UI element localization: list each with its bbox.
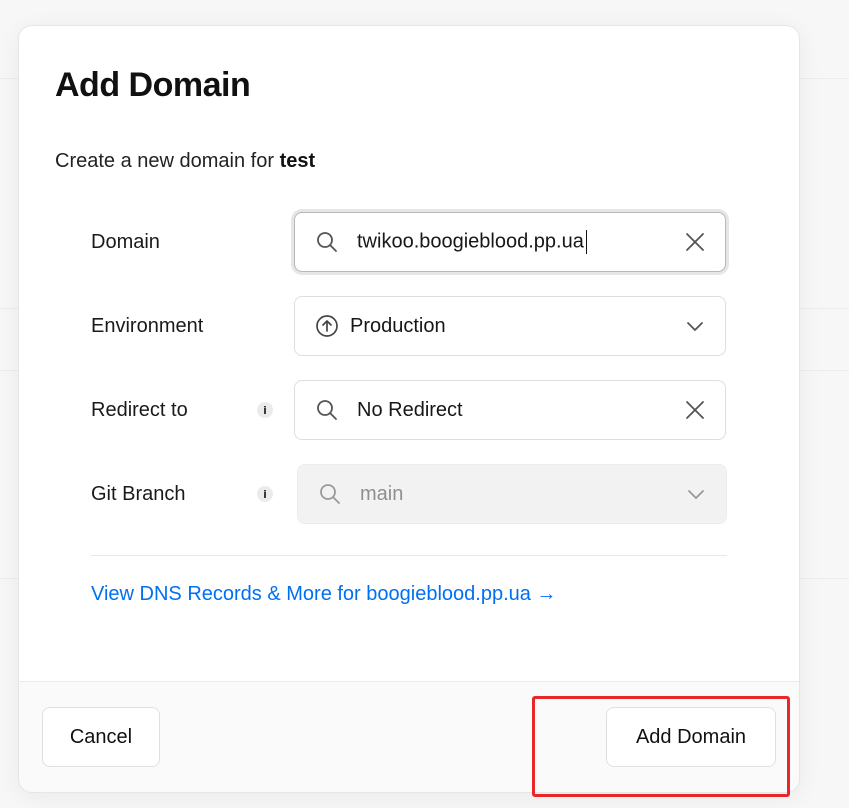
redirect-label: Redirect to bbox=[91, 399, 188, 421]
highlight-annotation bbox=[532, 696, 790, 797]
close-icon[interactable] bbox=[685, 400, 705, 420]
add-domain-modal: Add Domain Create a new domain for test … bbox=[18, 25, 800, 793]
environment-value: Production bbox=[350, 314, 446, 337]
modal-subtitle: Create a new domain for test bbox=[55, 150, 315, 173]
domain-value: twikoo.boogieblood.pp.ua bbox=[357, 230, 584, 253]
environment-select[interactable]: Production bbox=[294, 296, 726, 356]
info-icon[interactable]: i bbox=[257, 402, 273, 418]
search-icon bbox=[315, 398, 339, 422]
git-branch-label: Git Branch bbox=[91, 483, 186, 505]
domain-label: Domain bbox=[91, 231, 160, 253]
close-icon[interactable] bbox=[685, 232, 705, 252]
chevron-down-icon bbox=[686, 484, 706, 504]
redirect-value: No Redirect bbox=[357, 398, 463, 421]
redirect-input[interactable]: No Redirect bbox=[294, 380, 726, 440]
modal-title: Add Domain bbox=[55, 66, 251, 104]
info-icon[interactable]: i bbox=[257, 486, 273, 502]
chevron-down-icon bbox=[685, 316, 705, 336]
search-icon bbox=[315, 230, 339, 254]
cancel-button[interactable]: Cancel bbox=[42, 707, 160, 767]
git-branch-placeholder: main bbox=[360, 482, 404, 505]
git-branch-select: main bbox=[297, 464, 727, 524]
environment-label: Environment bbox=[91, 315, 204, 337]
domain-input[interactable]: twikoo.boogieblood.pp.ua bbox=[294, 212, 726, 272]
view-dns-records-link[interactable]: View DNS Records & More for boogieblood.… bbox=[91, 583, 556, 606]
divider bbox=[91, 555, 727, 556]
arrow-up-circle-icon bbox=[315, 314, 339, 338]
text-cursor bbox=[585, 230, 588, 254]
subtitle-text: Create a new domain for bbox=[55, 150, 280, 172]
search-icon bbox=[318, 482, 342, 506]
project-name: test bbox=[279, 150, 316, 172]
